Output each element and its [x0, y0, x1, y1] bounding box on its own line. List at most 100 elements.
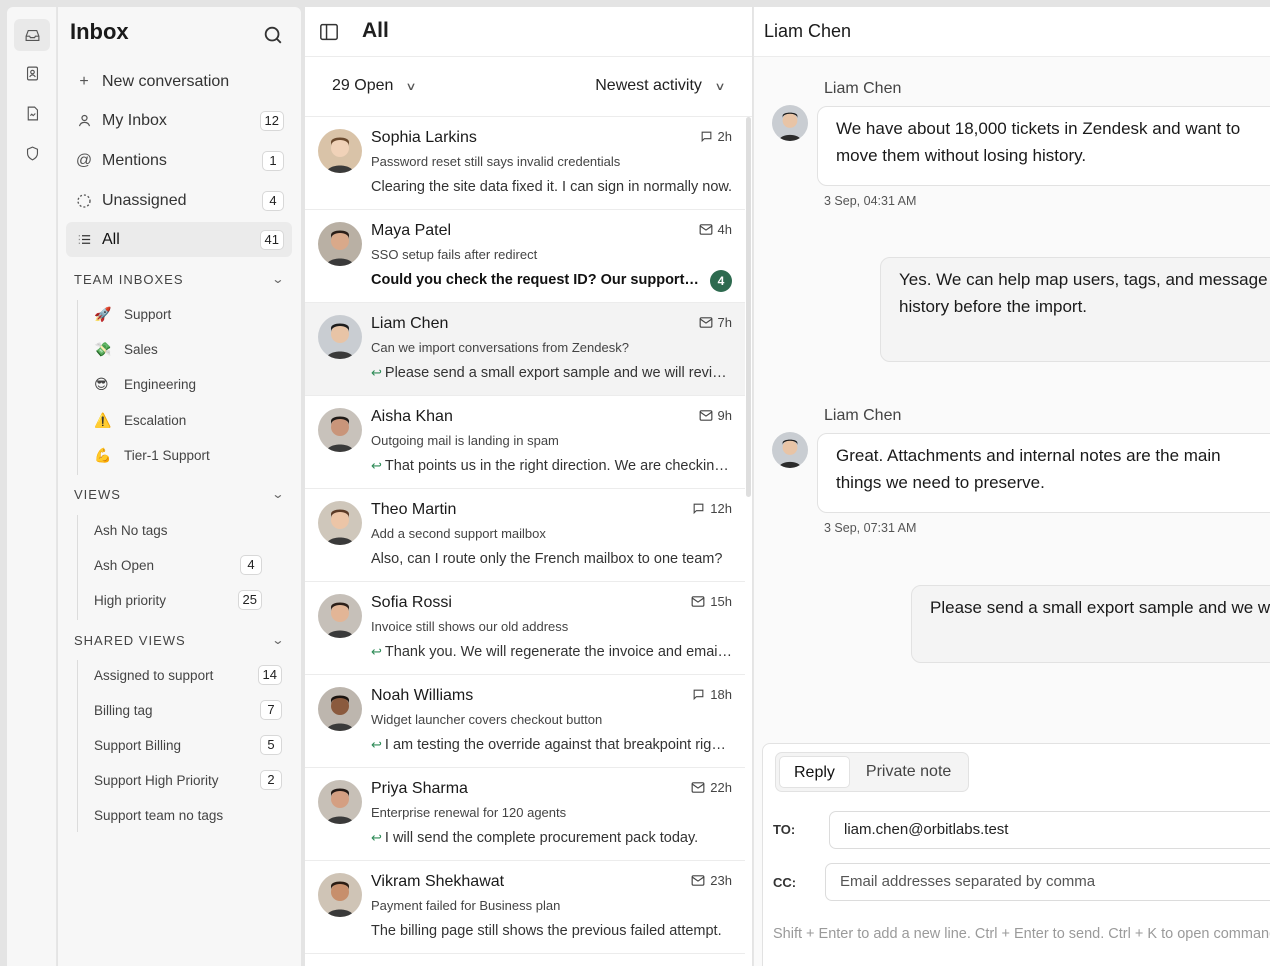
- nav-label: Mentions: [102, 151, 167, 169]
- count-badge: 25: [237, 590, 262, 610]
- shared-view-billing-tag[interactable]: Billing tag 7: [94, 695, 282, 725]
- conversation-preview: ↩ Thank you. We will regenerate the invoi…: [371, 644, 733, 660]
- views-header[interactable]: VIEWS ⌄: [74, 487, 284, 502]
- conversation-subject: Invoice still shows our old address: [371, 619, 569, 634]
- nav-all[interactable]: All 41: [66, 222, 292, 257]
- conversation-row[interactable]: Priya Sharma 22h Enterprise renewal for 12…: [305, 768, 745, 861]
- sub-item-label: Support High Priority: [94, 772, 219, 788]
- conversation-time: 22h: [710, 780, 732, 795]
- conversation-meta: 7h: [699, 315, 732, 330]
- reply-arrow-icon: ↩: [371, 458, 382, 473]
- conversation-meta: 9h: [699, 408, 732, 423]
- mail-icon: [691, 781, 705, 794]
- conversation-subject: Can we import conversations from Zendesk…: [371, 340, 629, 355]
- view-ash-no-tags[interactable]: Ash No tags: [94, 515, 262, 545]
- count-badge: 7: [260, 700, 282, 720]
- to-field[interactable]: liam.chen@orbitlabs.test: [829, 811, 1270, 849]
- conversation-time: 12h: [710, 501, 732, 516]
- conversation-meta: 12h: [692, 501, 732, 516]
- nav-my-inbox[interactable]: My Inbox 12: [66, 103, 292, 138]
- chat-icon: [692, 502, 705, 515]
- nav-label: My Inbox: [102, 111, 167, 129]
- reply-arrow-icon: ↩: [371, 365, 382, 380]
- muscle-icon: 💪: [94, 446, 112, 463]
- shared-view-support-high-priority[interactable]: Support High Priority 2: [94, 765, 282, 795]
- conversation-meta: 4h: [699, 222, 732, 237]
- chat-icon: [700, 130, 713, 143]
- shared-view-support-no-tags[interactable]: Support team no tags: [94, 800, 282, 830]
- conversation-subject: Password reset still says invalid creden…: [371, 154, 621, 169]
- sub-item-label: High priority: [94, 592, 167, 608]
- team-inbox-sales[interactable]: 💸 Sales: [94, 334, 284, 364]
- preview-text: That points us in the right direction. W…: [384, 458, 733, 474]
- sidebar: Inbox + New conversation My Inbox 12 @ M…: [58, 7, 301, 966]
- status-filter-dropdown[interactable]: 29 Open ∨: [332, 77, 417, 95]
- nav-label: Unassigned: [102, 191, 187, 209]
- conversation-row[interactable]: Liam Chen 7h Can we import conversations f…: [305, 303, 745, 396]
- message-time: 3 Sep, 04:31 AM: [824, 194, 917, 208]
- team-inbox-tier1[interactable]: 💪 Tier-1 Support: [94, 440, 284, 470]
- team-inboxes-header[interactable]: TEAM INBOXES ⌄: [74, 272, 284, 287]
- shield-icon[interactable]: [14, 137, 50, 169]
- sidebar-toggle-icon[interactable]: [319, 23, 339, 41]
- nav-unassigned[interactable]: Unassigned 4: [66, 183, 292, 218]
- conversation-row[interactable]: Aisha Khan 9h Outgoing mail is landing in …: [305, 396, 745, 489]
- team-inbox-support[interactable]: 🚀 Support: [94, 299, 284, 329]
- team-inbox-engineering[interactable]: 😎 Engineering: [94, 369, 284, 399]
- preview-text: Please send a small export sample and we…: [384, 365, 733, 381]
- contact-name: Sophia Larkins: [371, 129, 477, 146]
- conversation-row[interactable]: Sofia Rossi 15h Invoice still shows our ol…: [305, 582, 745, 675]
- conversation-list-panel: All 29 Open ∨ Newest activity ∨ Sophia Lar…: [305, 7, 752, 966]
- contact-name: Aisha Khan: [371, 408, 453, 425]
- sort-dropdown[interactable]: Newest activity ∨: [595, 77, 725, 95]
- chevron-down-icon: ⌄: [271, 487, 286, 501]
- tab-reply[interactable]: Reply: [779, 756, 850, 788]
- message-author: Liam Chen: [824, 80, 902, 97]
- sunglasses-icon: 😎: [94, 375, 109, 392]
- plus-icon: +: [79, 72, 89, 90]
- reports-icon[interactable]: [14, 97, 50, 129]
- conversation-row[interactable]: Vikram Shekhawat 23h Payment failed for Bu…: [305, 861, 745, 954]
- avatar: [318, 873, 362, 917]
- shared-views-header[interactable]: SHARED VIEWS ⌄: [74, 633, 284, 648]
- shared-view-assigned-support[interactable]: Assigned to support 14: [94, 660, 282, 690]
- conversation-row[interactable]: Noah Williams 18h Widget launcher covers c…: [305, 675, 745, 768]
- conversation-preview: ↩ That points us in the right direction. …: [371, 458, 733, 474]
- count-badge: 14: [257, 665, 282, 685]
- count-badge: 4: [262, 191, 284, 211]
- conversation-meta: 2h: [700, 129, 732, 144]
- conversation-time: 18h: [710, 687, 732, 702]
- count-badge: 41: [259, 230, 284, 250]
- message-bubble: Great. Attachments and internal notes ar…: [817, 433, 1270, 513]
- conversation-detail: Liam Chen Liam Chen We have about 18,000…: [753, 7, 1270, 966]
- nav-mentions[interactable]: @ Mentions 1: [66, 143, 292, 178]
- contacts-icon[interactable]: [14, 57, 50, 89]
- view-high-priority[interactable]: High priority 25: [94, 585, 262, 615]
- team-inbox-escalation[interactable]: ⚠️ Escalation: [94, 405, 284, 435]
- conversation-preview: ↩ I am testing the override against that …: [371, 737, 733, 753]
- message-bubble: Yes. We can help map users, tags, and me…: [880, 257, 1270, 362]
- status-filter-label: 29 Open: [332, 77, 394, 94]
- conversation-row[interactable]: Maya Patel 4h SSO setup fails after redire…: [305, 210, 745, 303]
- conversation-meta: 15h: [691, 594, 732, 609]
- sub-item-label: Engineering: [124, 376, 197, 392]
- shared-view-support-billing[interactable]: Support Billing 5: [94, 730, 282, 760]
- conversation-row[interactable]: Sophia Larkins 2h Password reset still say…: [305, 117, 745, 210]
- conversation-row[interactable]: Theo Martin 12h Add a second support mailb…: [305, 489, 745, 582]
- message-bubble: We have about 18,000 tickets in Zendesk …: [817, 106, 1270, 186]
- conversation-meta: 23h: [691, 873, 732, 888]
- list-title: All: [362, 19, 389, 42]
- conversation-subject: Add a second support mailbox: [371, 526, 546, 541]
- preview-text: I am testing the override against that b…: [384, 737, 733, 753]
- divider: [77, 515, 78, 620]
- search-icon[interactable]: [262, 24, 284, 46]
- warning-icon: ⚠️: [94, 411, 112, 428]
- scrollbar[interactable]: [746, 117, 751, 497]
- cc-label: CC:: [773, 875, 797, 890]
- tab-private-note[interactable]: Private note: [852, 756, 965, 788]
- mail-icon: [699, 316, 713, 329]
- view-ash-open[interactable]: Ash Open 4: [94, 550, 262, 580]
- inbox-icon[interactable]: [14, 19, 50, 51]
- new-conversation-button[interactable]: + New conversation: [66, 64, 292, 99]
- cc-field[interactable]: Email addresses separated by comma: [825, 863, 1270, 901]
